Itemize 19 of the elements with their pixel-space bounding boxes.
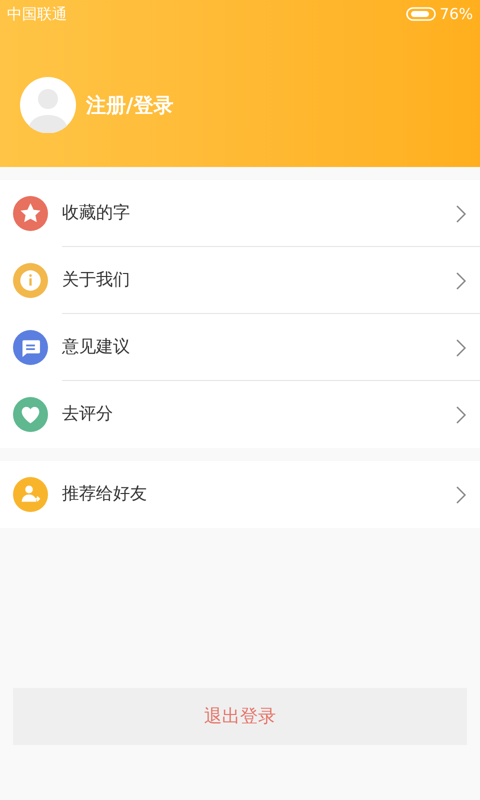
chevron-right-icon bbox=[456, 272, 466, 290]
menu-item[interactable]: 关于我们 bbox=[0, 247, 480, 314]
chevron-right-icon bbox=[456, 204, 466, 222]
battery-percentage: 76% bbox=[440, 4, 473, 25]
avatar-icon[interactable] bbox=[18, 77, 78, 133]
menu-item[interactable]: 去评分 bbox=[0, 381, 480, 448]
menu-label: 收藏的字 bbox=[62, 202, 130, 225]
chevron-right-icon bbox=[456, 406, 466, 424]
menu-item[interactable]: 意见建议 bbox=[0, 314, 480, 381]
menu-label: 意见建议 bbox=[62, 336, 130, 359]
menu-label: 去评分 bbox=[62, 402, 113, 426]
menu-item[interactable]: 推荐给好友 bbox=[0, 461, 480, 528]
menu-item[interactable]: 收藏的字 bbox=[0, 180, 480, 247]
menu-label: 关于我们 bbox=[62, 268, 130, 292]
chevron-right-icon bbox=[456, 486, 466, 504]
battery-icon bbox=[406, 7, 436, 21]
carrier-label: 中国联通 bbox=[7, 4, 67, 25]
chevron-right-icon bbox=[456, 338, 466, 356]
menu-label: 推荐给好友 bbox=[62, 482, 147, 506]
